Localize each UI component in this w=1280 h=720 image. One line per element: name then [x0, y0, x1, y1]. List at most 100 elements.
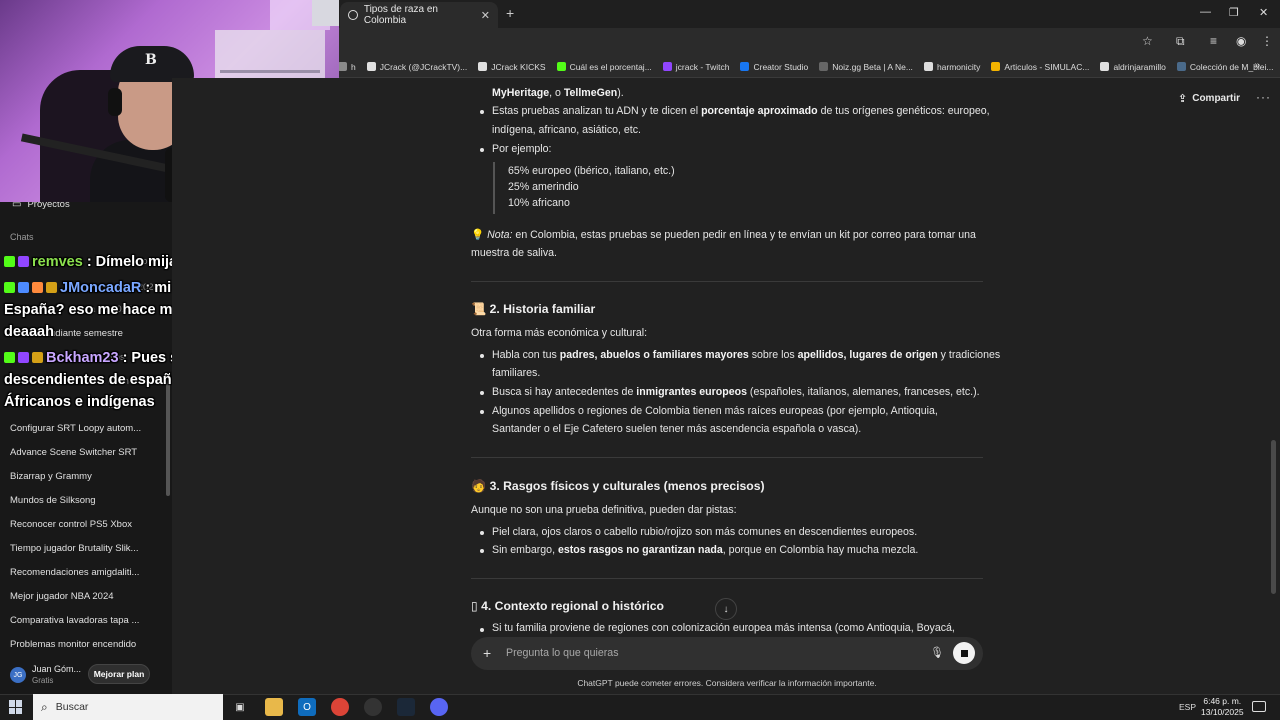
bookmark-item[interactable]: aldrinjaramillo: [1100, 62, 1166, 72]
bookmark-item[interactable]: Creator Studio: [740, 62, 808, 72]
arrow-down-icon: ↓: [723, 603, 729, 615]
sidebar-chat-item[interactable]: Bizarrap y Grammy: [10, 471, 92, 482]
bookmark-item[interactable]: Noiz.gg Beta | A Ne...: [819, 62, 913, 72]
share-button[interactable]: ⇪ Compartir: [1178, 92, 1240, 105]
profile-icon[interactable]: ◉: [1236, 34, 1246, 48]
restore-icon[interactable]: ❐: [1229, 6, 1239, 19]
divider: [471, 457, 983, 458]
note-line: 💡 Nota: en Colombia, estas pruebas se pu…: [471, 229, 976, 241]
bullet: [480, 354, 484, 358]
media-icon[interactable]: ≡: [1210, 34, 1217, 48]
bullet: [480, 549, 484, 553]
search-icon: ⌕: [41, 699, 48, 714]
sidebar-chat-item[interactable]: Problemas monitor encendido: [10, 639, 136, 650]
sidebar-chat-item[interactable]: Mejor jugador NBA 2024: [10, 591, 114, 602]
bullet: [480, 410, 484, 414]
upgrade-plan-button[interactable]: Mejorar plan: [88, 664, 150, 684]
notifications-icon[interactable]: [1252, 701, 1266, 712]
bookmark-item[interactable]: Cuál es el porcentaj...: [556, 62, 652, 72]
close-window-icon[interactable]: ✕: [1259, 6, 1268, 19]
share-label: Compartir: [1192, 93, 1241, 104]
extensions-icon[interactable]: ⧉: [1176, 34, 1185, 49]
kick-badge-icon: [4, 256, 15, 267]
bookmark-label: Articulos - SIMULAC...: [1004, 61, 1090, 72]
kick-badge-icon: [4, 282, 15, 293]
browser-menu-icon[interactable]: ⋮: [1261, 34, 1273, 48]
section-heading: 🧑 3. Rasgos físicos y culturales (menos …: [471, 479, 765, 493]
text-line: MyHeritage, o TellmeGen).: [492, 87, 624, 99]
taskbar-search[interactable]: ⌕ Buscar: [33, 694, 223, 720]
bookmark-favicon-icon: [819, 62, 829, 71]
minimize-icon[interactable]: —: [1200, 6, 1211, 18]
note-line: muestra de saliva.: [471, 247, 557, 259]
section-heading: ▯ 4. Contexto regional o histórico: [471, 599, 664, 613]
steam-icon[interactable]: [397, 698, 415, 716]
text-line: Sin embargo, estos rasgos no garantizan …: [492, 544, 919, 556]
bookmark-item[interactable]: JCrack (@JCrackTV)...: [366, 62, 467, 72]
language-indicator[interactable]: ESP: [1179, 702, 1196, 712]
sidebar-chat-item[interactable]: Advance Scene Switcher SRT: [10, 447, 137, 458]
sub-badge-icon: [18, 352, 29, 363]
user-name: Juan Góm...: [32, 664, 82, 674]
outlook-icon[interactable]: O: [298, 698, 316, 716]
new-tab-icon[interactable]: +: [506, 5, 514, 21]
scroll-icon: 📜: [471, 302, 487, 316]
bookmark-label: harmonicity: [936, 61, 981, 72]
bookmark-favicon-icon: [1100, 62, 1110, 71]
scroll-down-button[interactable]: ↓: [715, 598, 737, 620]
bullet: [480, 148, 484, 152]
avatar: JG: [10, 667, 26, 683]
lightbulb-icon: 💡: [471, 229, 485, 241]
bookmark-item[interactable]: JCrack KICKS: [478, 62, 546, 72]
clock[interactable]: 6:46 p. m. 13/10/2025: [1201, 696, 1244, 718]
conversation-scrollbar[interactable]: [1271, 440, 1276, 594]
bookmark-item[interactable]: Articulos - SIMULAC...: [991, 62, 1089, 72]
bookmark-favicon-icon: [923, 62, 933, 71]
search-label: Buscar: [55, 701, 89, 713]
kick-badge-icon: [4, 352, 15, 363]
divider: [471, 578, 983, 579]
bookmark-item[interactable]: harmonicity: [923, 61, 981, 72]
disclaimer: ChatGPT puede cometer errores. Considera…: [577, 678, 877, 688]
quote-line: 10% africano: [508, 197, 570, 209]
stop-generating-button[interactable]: [953, 642, 975, 664]
prompt-input[interactable]: Pregunta lo que quieras: [506, 647, 619, 659]
bookmark-label: Colección de M_blei...: [1189, 61, 1274, 72]
windows-start-icon[interactable]: [9, 700, 23, 714]
sub-badge-icon: [32, 282, 43, 293]
share-icon: ⇪: [1178, 93, 1188, 105]
text-line: Estas pruebas analizan tu ADN y te dicen…: [492, 105, 990, 117]
stop-icon: [960, 649, 968, 657]
chat-username: remves: [32, 254, 83, 270]
bookmark-favicon-icon: [556, 62, 566, 71]
close-tab-icon[interactable]: ✕: [481, 9, 490, 22]
attach-plus-icon[interactable]: +: [483, 645, 491, 661]
task-view-icon[interactable]: ▣: [231, 698, 249, 716]
bookmark-item[interactable]: jcrack - Twitch: [662, 62, 729, 72]
text-line: Aunque no son una prueba definitiva, pue…: [471, 504, 737, 516]
stream-chat-message: remves : Dímelo mija: [4, 251, 177, 273]
date: 13/10/2025: [1201, 707, 1244, 717]
sidebar-chat-item[interactable]: Reconocer control PS5 Xbox: [10, 519, 132, 530]
obs-icon[interactable]: [364, 698, 382, 716]
sidebar-chat-item[interactable]: Tiempo jugador Brutality Slik...: [10, 543, 138, 554]
sidebar-chat-item[interactable]: Recomendaciones amigdaliti...: [10, 567, 139, 578]
chrome-icon[interactable]: [331, 698, 349, 716]
sidebar-chat-item[interactable]: Mundos de Silksong: [10, 495, 96, 506]
browser-tab[interactable]: Tipos de raza en Colombia ✕: [340, 2, 498, 28]
file-explorer-icon[interactable]: [265, 698, 283, 716]
chats-label: Chats: [10, 232, 34, 242]
more-bookmarks-icon[interactable]: »: [1254, 60, 1260, 71]
microphone-dictate-icon[interactable]: 🎙: [930, 646, 944, 659]
bookmark-item[interactable]: h: [338, 62, 356, 72]
sidebar-chat-item[interactable]: Configurar SRT Loopy autom...: [10, 423, 141, 434]
text-line: indígena, africano, asiático, etc.: [492, 124, 641, 136]
bookmark-star-icon[interactable]: ☆: [1142, 34, 1153, 48]
sidebar-chat-item[interactable]: Comparativa lavadoras tapa ...: [10, 615, 139, 626]
crown-badge-icon: [46, 282, 57, 293]
discord-icon[interactable]: [430, 698, 448, 716]
bookmark-favicon-icon: [740, 62, 750, 71]
more-options-icon[interactable]: ···: [1256, 90, 1271, 104]
bullet: [480, 531, 484, 535]
gift-badge-icon: [18, 282, 29, 293]
